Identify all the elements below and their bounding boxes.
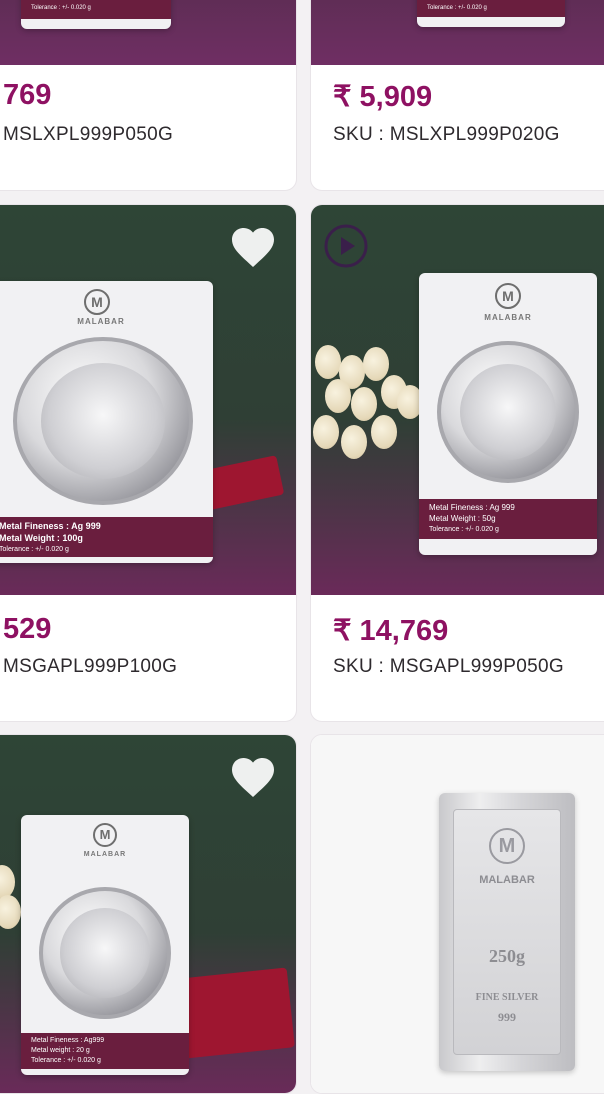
dried-flowers-decor [311, 345, 423, 495]
pack-tolerance: Tolerance : +/- 0.020 g [31, 5, 91, 11]
pack-spec-label: Metal Fineness : Ag 999 Metal Weight : 5… [419, 499, 597, 539]
pack-weight: Metal Weight : 100g [0, 533, 83, 543]
product-card[interactable]: Tolerance : +/- 0.020 g ₹ 5,909 SKU : MS… [310, 0, 604, 191]
silver-coin [437, 341, 579, 483]
pack-brand: MALABAR [83, 851, 127, 858]
bar-purity-label: FINE SILVER [475, 992, 539, 1003]
product-image[interactable]: Tolerance : +/- 0.020 g [0, 0, 296, 65]
malabar-logo: M [93, 823, 117, 847]
pack-spec-label: Metal Fineness : Ag 999 Metal Weight : 1… [0, 517, 213, 557]
video-play-icon[interactable] [323, 223, 369, 269]
product-sku: SKU : MSLXPL999P020G [333, 124, 560, 145]
pack-fineness: Metal Fineness : Ag 999 [429, 503, 515, 512]
malabar-logo: M [84, 289, 110, 315]
wishlist-heart-icon[interactable] [229, 755, 277, 799]
coin-pack: M MALABAR Metal Fineness : Ag 999 Metal … [419, 273, 597, 555]
pack-fineness: Metal Fineness : Ag 999 [0, 521, 101, 531]
pack-brand: MALABAR [484, 313, 532, 322]
silver-coin [39, 887, 171, 1019]
pack-tolerance: Tolerance : +/- 0.020 g [31, 1057, 101, 1064]
coin-pack: M MALABAR Metal Fineness : Ag 999 Metal … [0, 281, 213, 563]
product-card[interactable]: M MALABAR Metal Fineness : Ag 999 Metal … [0, 204, 297, 722]
ribbon-decor [177, 967, 295, 1059]
product-price: ₹ 14,769 [333, 615, 449, 647]
pack-tolerance: Tolerance : +/- 0.020 g [427, 5, 487, 11]
pack-tolerance: Tolerance : +/- 0.020 g [429, 526, 499, 533]
wishlist-heart-icon[interactable] [229, 225, 277, 269]
product-card[interactable]: M MALABAR Metal Fineness : Ag999 Metal w… [0, 734, 297, 1094]
pack-tolerance: Tolerance : +/- 0.020 g [0, 546, 69, 553]
product-price: ₹ 5,909 [333, 81, 433, 113]
pack-fineness: Metal Fineness : Ag999 [31, 1037, 105, 1044]
coin-pack: Tolerance : +/- 0.020 g [21, 0, 171, 29]
pack-spec-label: Tolerance : +/- 0.020 g [21, 0, 171, 19]
product-price: 529 [3, 613, 52, 645]
product-card[interactable]: Tolerance : +/- 0.020 g 769 MSLXPL999P05… [0, 0, 297, 191]
bar-weight: 250g [489, 946, 525, 966]
pack-spec-label: Metal Fineness : Ag999 Metal weight : 20… [21, 1033, 189, 1069]
product-sku: MSGAPL999P100G [3, 656, 178, 677]
product-image[interactable]: Tolerance : +/- 0.020 g [311, 0, 604, 65]
silver-coin [13, 337, 193, 505]
pack-brand: MALABAR [77, 317, 125, 326]
malabar-logo: M [495, 283, 521, 309]
product-image[interactable]: M MALABAR 250g FINE SILVER 999 [311, 735, 604, 1093]
product-sku: MSLXPL999P050G [3, 124, 174, 145]
product-sku: SKU : MSGAPL999P050G [333, 656, 564, 677]
pack-spec-label: Tolerance : +/- 0.020 g [417, 0, 565, 17]
product-card[interactable]: M MALABAR Metal Fineness : Ag 999 Metal … [310, 204, 604, 722]
product-price: 769 [3, 79, 52, 111]
product-image[interactable]: M MALABAR Metal Fineness : Ag999 Metal w… [0, 735, 296, 1093]
silver-bar: M MALABAR 250g FINE SILVER 999 [439, 793, 575, 1071]
dried-flowers-decor [0, 855, 21, 935]
bar-brand: MALABAR [479, 874, 535, 886]
coin-pack: M MALABAR Metal Fineness : Ag999 Metal w… [21, 815, 189, 1075]
malabar-logo: M [489, 828, 525, 864]
bar-purity: 999 [498, 1010, 516, 1024]
product-image[interactable]: M MALABAR Metal Fineness : Ag 999 Metal … [311, 205, 604, 595]
pack-weight: Metal Weight : 50g [429, 514, 496, 523]
pack-weight: Metal weight : 20 g [31, 1047, 90, 1054]
coin-pack: Tolerance : +/- 0.020 g [417, 0, 565, 27]
product-card[interactable]: M MALABAR 250g FINE SILVER 999 [310, 734, 604, 1094]
product-image[interactable]: M MALABAR Metal Fineness : Ag 999 Metal … [0, 205, 296, 595]
